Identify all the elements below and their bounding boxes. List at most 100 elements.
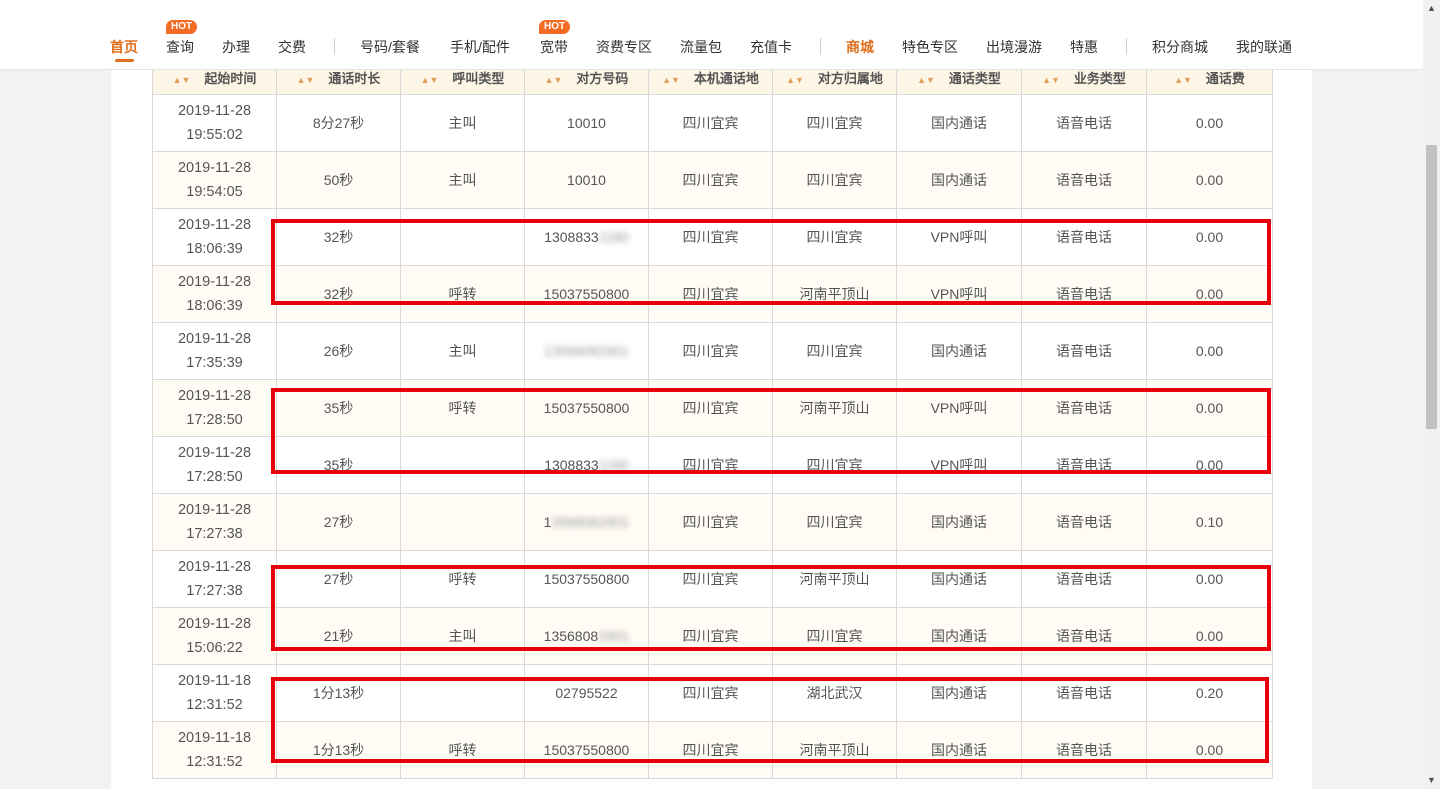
duration-value: 27秒: [323, 571, 354, 587]
nav-item-phones[interactable]: 手机/配件: [450, 38, 510, 56]
column-header-label: 通话类型: [948, 70, 1001, 86]
comm-type-value: VPN呼叫: [930, 400, 988, 416]
comm-type-value: VPN呼叫: [930, 229, 988, 245]
sort-icon[interactable]: ▲▼: [297, 75, 315, 85]
remote-cell: 河南平顶山: [772, 265, 897, 323]
table-row: 2019-11-18 12:31:52 1分13秒 02795522 四川宜宾 湖北武汉 国…: [152, 664, 1273, 722]
nav-item-home[interactable]: 首页: [110, 38, 138, 56]
duration-cell: 1分13秒: [276, 721, 401, 779]
duration-value: 35秒: [323, 457, 354, 473]
scroll-thumb[interactable]: [1426, 145, 1437, 429]
start-time-cell: 2019-11-28 18:06:39: [152, 208, 277, 266]
comm-type-value: 国内通话: [931, 571, 987, 587]
comm-type-value: 国内通话: [931, 343, 987, 359]
number-cell: 15037550800: [524, 379, 649, 437]
duration-value: 8分27秒: [312, 115, 365, 131]
sort-icon[interactable]: ▲▼: [421, 75, 439, 85]
sort-icon[interactable]: ▲▼: [662, 75, 680, 85]
duration-value: 21秒: [323, 628, 354, 644]
start-time-cell: 2019-11-28 17:28:50: [152, 379, 277, 437]
fee-cell: 0.00: [1146, 208, 1273, 266]
vertical-scrollbar[interactable]: ▲ ▼: [1423, 0, 1440, 789]
biz-type-cell: 语音电话: [1021, 607, 1147, 665]
sort-icon[interactable]: ▲▼: [173, 75, 191, 85]
fee-value: 0.00: [1195, 457, 1224, 473]
number-cell: 02795522: [524, 664, 649, 722]
nav-item-data-pack[interactable]: 流量包: [680, 38, 722, 56]
duration-cell: 8分27秒: [276, 94, 401, 152]
sort-icon[interactable]: ▲▼: [545, 75, 563, 85]
number-cell: 10010: [524, 151, 649, 209]
nav-item-broadband[interactable]: 宽带: [540, 38, 568, 56]
nav-item-query[interactable]: 查询: [166, 38, 194, 56]
hot-badge: HOT: [166, 20, 198, 34]
number-value: 1308833: [544, 229, 599, 245]
scroll-up-arrow-icon[interactable]: ▲: [1427, 3, 1436, 13]
start-time-cell: 2019-11-28 17:35:39: [152, 322, 277, 380]
call-type-value: 呼转: [448, 571, 477, 587]
fee-value: 0.00: [1195, 115, 1224, 131]
call-type-cell: 呼转: [400, 265, 525, 323]
remote-value: 四川宜宾: [806, 628, 863, 644]
nav-item-payment[interactable]: 交费: [278, 38, 306, 56]
local-value: 四川宜宾: [682, 343, 739, 359]
duration-value: 50秒: [323, 172, 354, 188]
comm-type-cell: 国内通话: [896, 607, 1022, 665]
call-date: 2019-11-28: [177, 217, 252, 233]
remote-value: 四川宜宾: [806, 115, 863, 131]
fee-cell: 0.00: [1146, 550, 1273, 608]
column-header-label: 呼叫类型: [452, 70, 505, 86]
call-time: 19:54:05: [186, 184, 243, 200]
call-type-value: 呼转: [448, 742, 477, 758]
remote-cell: 河南平顶山: [772, 550, 897, 608]
nav-item-tariff-zone[interactable]: 资费专区: [596, 38, 652, 56]
nav-item-my-unicom[interactable]: 我的联通: [1236, 38, 1292, 56]
sort-icon[interactable]: ▲▼: [1042, 75, 1060, 85]
call-date: 2019-11-28: [177, 502, 252, 518]
call-type-cell: [400, 208, 525, 266]
nav-item-handle[interactable]: 办理: [222, 38, 250, 56]
biz-type-value: 语音电话: [1056, 685, 1112, 701]
sort-icon[interactable]: ▲▼: [917, 75, 935, 85]
biz-type-cell: 语音电话: [1021, 550, 1147, 608]
duration-cell: 32秒: [276, 265, 401, 323]
call-type-value: 呼转: [448, 286, 477, 302]
call-date: 2019-11-28: [177, 160, 252, 176]
biz-type-cell: 语音电话: [1021, 664, 1147, 722]
biz-type-cell: 语音电话: [1021, 721, 1147, 779]
column-header-label: 本机通话地: [693, 70, 759, 86]
remote-value: 四川宜宾: [806, 514, 863, 530]
local-value: 四川宜宾: [682, 457, 739, 473]
remote-cell: 河南平顶山: [772, 721, 897, 779]
sort-icon[interactable]: ▲▼: [786, 75, 804, 85]
nav-item-roaming[interactable]: 出境漫游: [986, 38, 1042, 56]
number-value: 15037550800: [543, 286, 630, 302]
fee-value: 0.10: [1195, 514, 1224, 530]
start-time-cell: 2019-11-28 15:06:22: [152, 607, 277, 665]
call-time: 19:55:02: [186, 127, 243, 143]
call-date: 2019-11-28: [177, 274, 252, 290]
biz-type-cell: 语音电话: [1021, 265, 1147, 323]
table-row: 2019-11-28 18:06:39 32秒 13088331180 四川宜宾 四川宜宾…: [152, 208, 1273, 266]
local-cell: 四川宜宾: [648, 151, 773, 209]
call-date: 2019-11-28: [177, 103, 252, 119]
nav-item-number-plan[interactable]: 号码/套餐: [360, 38, 420, 56]
nav-item-mall[interactable]: 商城: [846, 38, 874, 56]
column-header-label: 对方归属地: [817, 70, 883, 86]
nav-item-recharge-card[interactable]: 充值卡: [750, 38, 792, 56]
biz-type-value: 语音电话: [1056, 286, 1112, 302]
call-type-cell: 主叫: [400, 322, 525, 380]
remote-value: 四川宜宾: [806, 343, 863, 359]
duration-cell: 1分13秒: [276, 664, 401, 722]
sort-icon[interactable]: ▲▼: [1174, 75, 1192, 85]
biz-type-value: 语音电话: [1056, 400, 1112, 416]
nav-divider: [334, 38, 335, 55]
nav-item-points-mall[interactable]: 积分商城: [1152, 38, 1208, 56]
nav-item-featured-zone[interactable]: 特色专区: [902, 38, 958, 56]
nav-item-special-offer[interactable]: 特惠: [1070, 38, 1098, 56]
scroll-down-arrow-icon[interactable]: ▼: [1427, 775, 1436, 785]
duration-value: 1分13秒: [312, 742, 365, 758]
number-cell: 15037550800: [524, 265, 649, 323]
start-time-cell: 2019-11-28 19:55:02: [152, 94, 277, 152]
column-header-label: 业务类型: [1073, 70, 1126, 86]
